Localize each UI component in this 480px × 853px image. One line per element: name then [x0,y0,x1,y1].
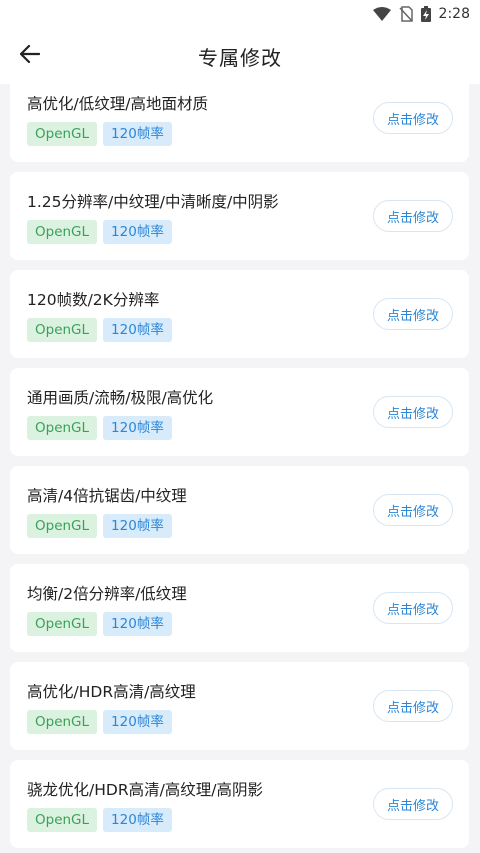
fps-tag: 120帧率 [103,220,172,244]
modify-button[interactable]: 点击修改 [373,788,453,820]
modify-button[interactable]: 点击修改 [373,494,453,526]
list-item: 高优化/HDR高清/高纹理 OpenGL 120帧率 点击修改 [10,662,469,750]
item-tags: OpenGL 120帧率 [27,612,172,636]
fps-tag: 120帧率 [103,122,172,146]
fps-tag: 120帧率 [103,612,172,636]
list-item: 均衡/2倍分辨率/低纹理 OpenGL 120帧率 点击修改 [10,564,469,652]
fps-tag: 120帧率 [103,808,172,832]
opengl-tag: OpenGL [27,416,98,440]
opengl-tag: OpenGL [27,710,98,734]
status-time: 2:28 [438,6,470,22]
opengl-tag: OpenGL [27,220,98,244]
modify-button[interactable]: 点击修改 [373,298,453,330]
fps-tag: 120帧率 [103,318,172,342]
item-title: 高优化/低纹理/高地面材质 [27,95,208,113]
modify-button[interactable]: 点击修改 [373,592,453,624]
fps-tag: 120帧率 [103,416,172,440]
back-button[interactable] [14,40,46,72]
opengl-tag: OpenGL [27,318,98,342]
page-title: 专属修改 [198,45,282,70]
item-title: 均衡/2倍分辨率/低纹理 [27,585,187,603]
item-tags: OpenGL 120帧率 [27,416,172,440]
list-item: 高优化/低纹理/高地面材质 OpenGL 120帧率 点击修改 [10,84,469,162]
item-title: 高优化/HDR高清/高纹理 [27,683,196,701]
wifi-icon [372,7,391,21]
item-title: 高清/4倍抗锯齿/中纹理 [27,487,187,505]
modify-button[interactable]: 点击修改 [373,690,453,722]
item-tags: OpenGL 120帧率 [27,220,172,244]
fps-tag: 120帧率 [103,514,172,538]
list-item: 骁龙优化/HDR高清/高纹理/高阴影 OpenGL 120帧率 点击修改 [10,760,469,848]
item-tags: OpenGL 120帧率 [27,514,172,538]
list-item: 1.25分辨率/中纹理/中清晰度/中阴影 OpenGL 120帧率 点击修改 [10,172,469,260]
status-bar: 2:28 [0,0,480,28]
item-title: 1.25分辨率/中纹理/中清晰度/中阴影 [27,193,279,211]
opengl-tag: OpenGL [27,514,98,538]
item-tags: OpenGL 120帧率 [27,122,172,146]
list-item: 高清/4倍抗锯齿/中纹理 OpenGL 120帧率 点击修改 [10,466,469,554]
arrow-left-icon [19,44,41,67]
battery-charging-icon [420,6,431,22]
item-title: 通用画质/流畅/极限/高优化 [27,389,214,407]
list-item: 通用画质/流畅/极限/高优化 OpenGL 120帧率 点击修改 [10,368,469,456]
opengl-tag: OpenGL [27,122,98,146]
app-bar: 专属修改 [0,28,480,84]
modify-button[interactable]: 点击修改 [373,102,453,134]
list-item: 120帧数/2K分辨率 OpenGL 120帧率 点击修改 [10,270,469,358]
item-tags: OpenGL 120帧率 [27,710,172,734]
item-tags: OpenGL 120帧率 [27,318,172,342]
modify-button[interactable]: 点击修改 [373,396,453,428]
item-title: 120帧数/2K分辨率 [27,291,160,309]
preset-list[interactable]: 高优化/低纹理/高地面材质 OpenGL 120帧率 点击修改 1.25分辨率/… [0,84,480,853]
fps-tag: 120帧率 [103,710,172,734]
opengl-tag: OpenGL [27,808,98,832]
item-tags: OpenGL 120帧率 [27,808,172,832]
no-sim-icon [398,6,413,22]
item-title: 骁龙优化/HDR高清/高纹理/高阴影 [27,781,264,799]
modify-button[interactable]: 点击修改 [373,200,453,232]
opengl-tag: OpenGL [27,612,98,636]
